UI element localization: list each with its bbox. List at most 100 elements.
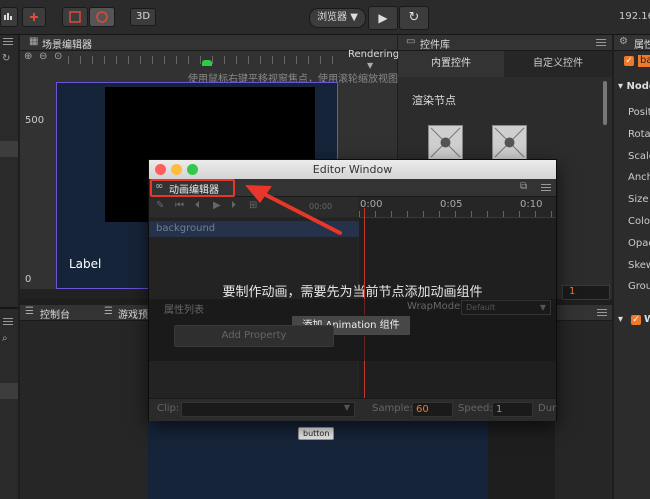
transform-tool-icon[interactable] (89, 7, 115, 27)
widget-library-tab[interactable]: 控件库 (420, 36, 450, 51)
inspector-prop-label: Rotati (628, 128, 650, 140)
tab-custom-widgets[interactable]: 自定义控件 (504, 51, 612, 77)
inspector-prop-label: Size (628, 194, 649, 206)
node-active-checkbox[interactable]: ✓ (624, 56, 634, 66)
tab-builtin-widgets[interactable]: 内置控件 (398, 51, 504, 77)
inspector-panel: ⚙ 属性 ✓ ba ▾ Node Positi Rotati Scale Anchi S… (614, 35, 650, 499)
inspector-header: ⚙ 属性 (614, 35, 650, 51)
wrapmode-select[interactable]: Default ▼ (461, 300, 551, 315)
refresh-button[interactable]: ↻ (399, 6, 429, 30)
chevron-down-icon: ▼ (539, 303, 546, 312)
sprite-widget-icon[interactable] (428, 125, 463, 160)
add-event-icon[interactable]: ⊞ (249, 200, 257, 211)
menu-icon[interactable] (597, 309, 607, 317)
y-axis-500: 500 (25, 115, 45, 126)
zoom-reset-icon[interactable]: ⊙ (54, 51, 62, 62)
window-title: Editor Window (312, 163, 393, 176)
label-node[interactable]: Label (69, 257, 101, 271)
time-readout: 00:00 (309, 202, 333, 211)
property-list-label: 属性列表 (164, 305, 204, 316)
browser-select[interactable]: 浏览器 ▼ (309, 8, 366, 28)
mode-3d-button[interactable]: 3D (130, 8, 156, 26)
clip-label: Clip: (157, 403, 180, 414)
menu-icon[interactable] (3, 318, 13, 326)
add-property-button[interactable]: Add Property (174, 325, 334, 347)
sprite-splash-widget-icon[interactable] (492, 125, 527, 160)
widget-section-label: W (644, 314, 650, 325)
inspector-prop-label: Group (628, 281, 650, 293)
node-section-label: Node (626, 81, 650, 92)
search-icon[interactable]: ⌕ (2, 333, 8, 344)
clip-bar: Clip: ▼ Sample: 60 Speed: 1 Dur (149, 398, 556, 421)
sample-label: Sample: (372, 403, 413, 414)
add-node-icon[interactable] (22, 7, 46, 27)
console-tab[interactable]: 控制台 (40, 306, 70, 321)
chevron-down-icon: ▼ (343, 403, 350, 412)
prev-frame-icon[interactable]: ⏴ (195, 200, 200, 211)
top-toolbar: 3D 浏览器 ▼ ▶ ↻ 192.168 (0, 0, 650, 35)
game-preview-tab[interactable]: 游戏预 (118, 306, 148, 321)
animation-icon: ∞ (155, 181, 164, 192)
ip-address: 192.168 (619, 11, 650, 22)
console-panel: ☰ 控制台 ☰ 游戏预 (20, 305, 148, 499)
editor-window: Editor Window ∞ 动画编辑器 ⧉ ✎ ⏮ ⏴ ▶ ⏵ ⊞ 00:0… (148, 159, 557, 421)
widget-library-icon: ▭ (406, 36, 416, 47)
zoom-in-icon[interactable]: ⊕ (24, 51, 32, 62)
left-hierarchy-strip: ↻ ⌕ (0, 35, 18, 499)
node-tool-icon[interactable] (0, 7, 18, 27)
game-preview-area: button (148, 419, 488, 499)
right-bottom-panel (555, 305, 612, 499)
widget-scrollbar[interactable] (603, 81, 607, 125)
preview-button-node[interactable]: button (298, 427, 335, 440)
inspector-tab[interactable]: 属性 (634, 36, 650, 51)
console-icon: ☰ (25, 306, 34, 317)
divider (0, 307, 18, 309)
widget-section-header[interactable]: ▾ (618, 314, 623, 325)
window-titlebar[interactable]: Editor Window (149, 160, 556, 180)
scene-toolbar: ⊕ ⊖ ⊙ Rendering ▼ (20, 49, 399, 70)
timeline-ruler[interactable]: 0:00 0:05 0:10 (359, 197, 556, 218)
wrapmode-label: WrapMode: (407, 301, 464, 312)
gear-icon: ⚙ (619, 36, 628, 47)
inspector-prop-label: Skew (628, 259, 650, 271)
widget-library-header: ▭ 控件库 (398, 35, 612, 51)
value-field[interactable]: 1 (562, 285, 610, 300)
menu-icon[interactable] (596, 39, 606, 47)
empty-state-message: 要制作动画，需要先为当前节点添加动画组件 (222, 285, 483, 300)
speed-field[interactable]: 1 (492, 402, 533, 417)
play-button[interactable]: ▶ (368, 6, 398, 30)
ruler-ticks (359, 211, 556, 217)
inspector-prop-label: Scale (628, 150, 650, 162)
node-name-field[interactable]: ba (638, 55, 650, 67)
section-active-checkbox[interactable]: ✓ (631, 315, 641, 325)
node-section-header[interactable]: ▾ Node (618, 81, 650, 92)
selected-row[interactable] (0, 141, 18, 157)
scene-editor-icon: ▦ (29, 36, 39, 47)
inspector-prop-label: Opac (628, 237, 650, 249)
node-row-background[interactable]: background (149, 221, 361, 237)
sample-field[interactable]: 60 (412, 402, 453, 417)
rendering-select[interactable]: Rendering (348, 49, 399, 60)
duration-label: Dur (538, 403, 557, 414)
wrapmode-value: Default (466, 303, 496, 312)
clip-select[interactable]: ▼ (181, 402, 355, 417)
inspector-prop-label: Color (628, 216, 650, 227)
rect-tool-icon[interactable] (62, 7, 88, 27)
edit-mode-icon[interactable]: ✎ (156, 200, 164, 211)
next-frame-icon[interactable]: ⏵ (231, 200, 236, 211)
render-nodes-heading: 渲染节点 (412, 94, 456, 107)
ruler-mark-10: 0:10 (520, 199, 543, 210)
play-icon[interactable]: ▶ (213, 200, 221, 211)
scene-editor-tab[interactable]: 场景编辑器 (42, 36, 92, 51)
scene-editor-header: ▦ 场景编辑器 (20, 35, 397, 51)
menu-icon[interactable] (541, 184, 551, 192)
animation-editor-tab[interactable]: 动画编辑器 (169, 181, 219, 196)
jump-start-icon[interactable]: ⏮ (175, 200, 184, 211)
speed-label: Speed: (458, 403, 493, 414)
selected-row[interactable] (0, 383, 18, 399)
zoom-out-icon[interactable]: ⊖ (39, 51, 47, 62)
rendering-caret-icon[interactable]: ▼ (367, 61, 373, 70)
popout-icon[interactable]: ⧉ (520, 181, 527, 192)
refresh-icon[interactable]: ↻ (2, 53, 10, 64)
menu-icon[interactable] (3, 38, 13, 46)
